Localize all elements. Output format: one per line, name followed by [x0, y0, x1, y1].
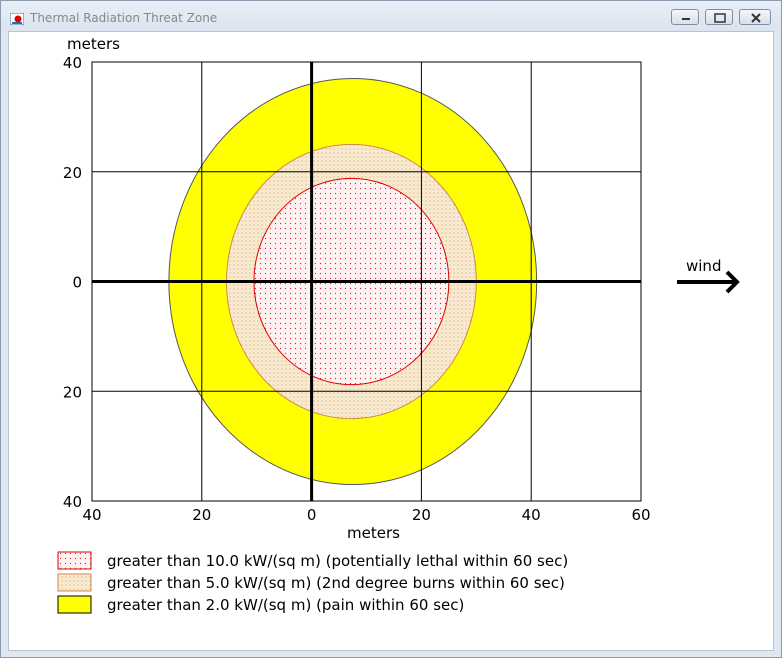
- app-window: Thermal Radiation Threat Zone 40 20 0 20…: [0, 0, 782, 658]
- title-bar[interactable]: Thermal Radiation Threat Zone: [1, 1, 781, 31]
- y-tick-label: 20: [63, 383, 82, 401]
- chart-area: 40 20 0 20 40 60 40 20 0 20 40 meters meters wind …: [8, 31, 774, 651]
- legend-label: greater than 10.0 kW/(sq m) (potentially…: [107, 552, 568, 570]
- x-tick-label: 60: [631, 506, 650, 524]
- x-tick-label: 20: [192, 506, 211, 524]
- maximize-button[interactable]: [705, 9, 733, 25]
- x-tick-label: 0: [307, 506, 317, 524]
- wind-indicator: wind: [677, 257, 740, 294]
- y-tick-label: 40: [63, 54, 82, 72]
- legend-label: greater than 2.0 kW/(sq m) (pain within …: [107, 596, 464, 614]
- close-button[interactable]: [739, 9, 771, 25]
- wind-label: wind: [686, 257, 721, 275]
- legend-swatch: [57, 573, 92, 592]
- threat-zone-chart: 40 20 0 20 40 60402002040 meters meters wind …: [57, 35, 740, 614]
- y-tick-label: 40: [63, 493, 82, 511]
- legend-swatch: [57, 595, 92, 614]
- legend-swatch: [57, 551, 92, 570]
- x-tick-label: 40: [522, 506, 541, 524]
- legend-label: greater than 5.0 kW/(sq m) (2nd degree b…: [107, 574, 565, 592]
- close-icon: [751, 13, 761, 23]
- y-axis-label: meters: [67, 35, 120, 53]
- y-tick-label: 0: [72, 274, 82, 292]
- minimize-button[interactable]: [671, 9, 699, 25]
- legend: greater than 10.0 kW/(sq m) (potentially…: [57, 551, 568, 614]
- maximize-icon: [714, 13, 726, 23]
- x-axis-label: meters: [347, 524, 400, 542]
- window-title: Thermal Radiation Threat Zone: [30, 11, 218, 25]
- x-tick-label: 20: [412, 506, 431, 524]
- x-tick-label: 40: [82, 506, 101, 524]
- app-icon: [9, 10, 25, 26]
- y-tick-label: 20: [63, 164, 82, 182]
- minimize-icon: [682, 18, 690, 20]
